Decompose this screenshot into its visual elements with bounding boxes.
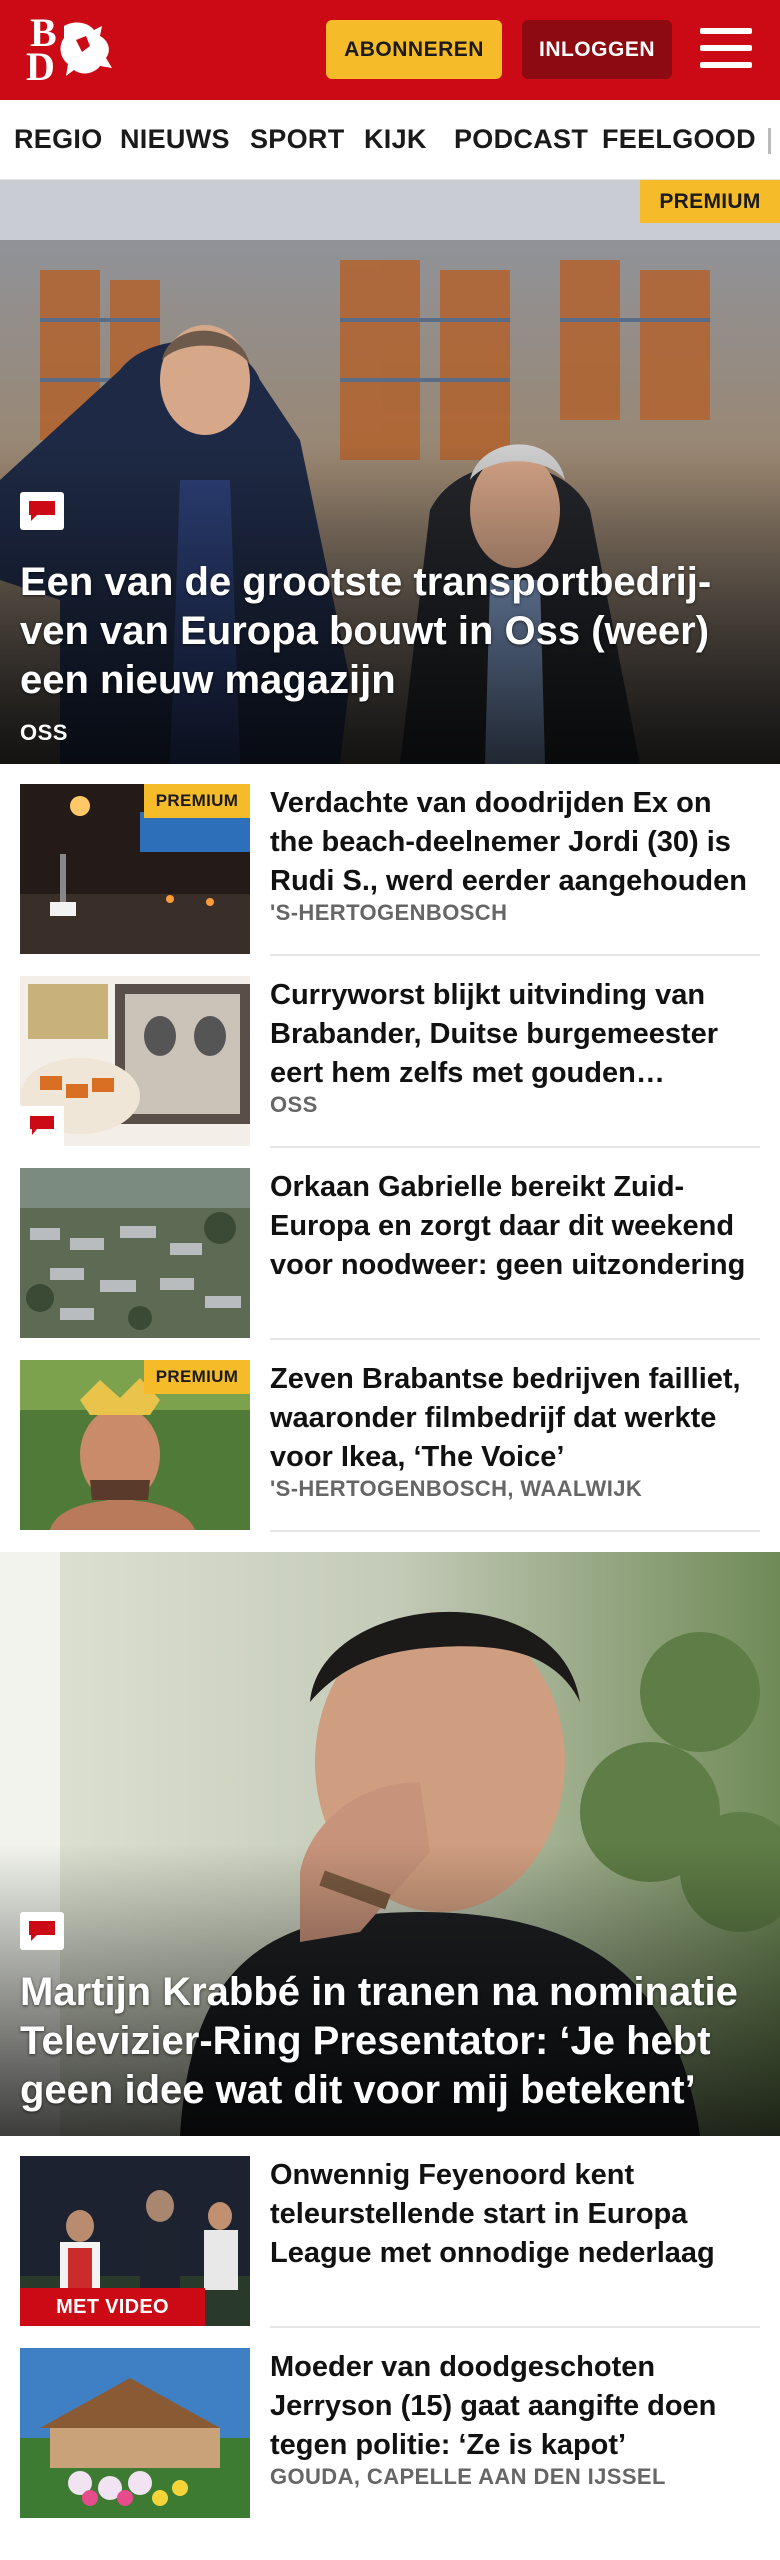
hero-article-krabbe[interactable]: Martijn Krabbé in tranen na nominatie Te… xyxy=(0,1552,780,2136)
article-thumbnail xyxy=(20,976,250,1146)
article-thumbnail: PREMIUM xyxy=(20,1360,250,1530)
comment-icon xyxy=(20,1912,64,1950)
premium-badge: PREMIUM xyxy=(144,1360,250,1394)
nav-item-podcast[interactable]: PODCAST xyxy=(454,124,588,155)
premium-badge: PREMIUM xyxy=(144,784,250,818)
hero-article-warehouse[interactable]: PREMIUM Een van de grootste transportbed… xyxy=(0,180,780,764)
subscribe-button[interactable]: ABONNEREN xyxy=(326,20,502,79)
article-thumbnail: PREMIUM xyxy=(20,784,250,954)
article-thumbnail: MET VIDEO xyxy=(20,2156,250,2326)
video-badge: MET VIDEO xyxy=(20,2288,205,2326)
nav-overflow-indicator xyxy=(768,128,771,154)
article-title[interactable]: Zeven Brabantse bedrijven failliet, waar… xyxy=(270,1360,760,1477)
nav-item-kijk[interactable]: KIJK xyxy=(364,124,427,155)
article-location: GOUDA, CAPELLE AAN DEN IJSSEL xyxy=(270,2464,666,2489)
article-location: 'S-HERTOGENBOSCH xyxy=(270,900,508,925)
bd-logo[interactable]: BD xyxy=(26,10,116,89)
hero-headline[interactable]: Een van de grootste transportbedrij­ven … xyxy=(20,558,765,705)
hamburger-menu-icon[interactable] xyxy=(700,26,752,70)
login-button[interactable]: INLOGGEN xyxy=(522,20,672,79)
article-location: OSS xyxy=(270,1092,318,1117)
article-item[interactable]: Moeder van doodgeschoten Jerryson (15) g… xyxy=(0,2328,780,2520)
section-nav: REGIO NIEUWS SPORT KIJK PODCAST FEELGOOD xyxy=(0,100,780,180)
article-item[interactable]: Orkaan Gabrielle bereikt Zuid-Europa en … xyxy=(0,1148,780,1340)
nav-item-sport[interactable]: SPORT xyxy=(250,124,345,155)
article-item[interactable]: MET VIDEO Onwennig Feyenoord kent teleur… xyxy=(0,2136,780,2328)
article-item[interactable]: Curryworst blijkt uitvinding van Braband… xyxy=(0,956,780,1148)
nav-item-feelgood[interactable]: FEELGOOD xyxy=(602,124,756,155)
hero-location: OSS xyxy=(20,720,68,745)
nav-item-regio[interactable]: REGIO xyxy=(14,124,103,155)
dragon-logo-icon xyxy=(60,22,112,76)
article-location: 'S-HERTOGENBOSCH, WAALWIJK xyxy=(270,1476,643,1501)
divider xyxy=(270,1530,760,1532)
nav-item-nieuws[interactable]: NIEUWS xyxy=(120,124,230,155)
article-title[interactable]: Verdachte van doodrijden Ex on the beach… xyxy=(270,784,760,901)
article-title[interactable]: Onwennig Feyenoord kent teleurstellende … xyxy=(270,2156,760,2273)
article-title[interactable]: Curryworst blijkt uitvinding van Braband… xyxy=(270,976,760,1093)
top-header: BD ABONNEREN INLOGGEN xyxy=(0,0,780,100)
hero-headline[interactable]: Martijn Krabbé in tranen na nominatie Te… xyxy=(20,1968,765,2115)
article-thumbnail xyxy=(20,1168,250,1338)
logo-letters: BD xyxy=(26,10,57,89)
article-item[interactable]: PREMIUM Verdachte van doodrijden Ex on t… xyxy=(0,764,780,956)
article-title[interactable]: Orkaan Gabrielle bereikt Zuid-Europa en … xyxy=(270,1168,760,1285)
article-title[interactable]: Moeder van doodgeschoten Jerryson (15) g… xyxy=(270,2348,760,2465)
comment-icon xyxy=(20,1106,64,1146)
premium-badge: PREMIUM xyxy=(640,180,780,223)
comment-icon xyxy=(20,492,64,530)
article-item[interactable]: PREMIUM Zeven Brabantse bedrijven failli… xyxy=(0,1340,780,1532)
article-thumbnail xyxy=(20,2348,250,2518)
